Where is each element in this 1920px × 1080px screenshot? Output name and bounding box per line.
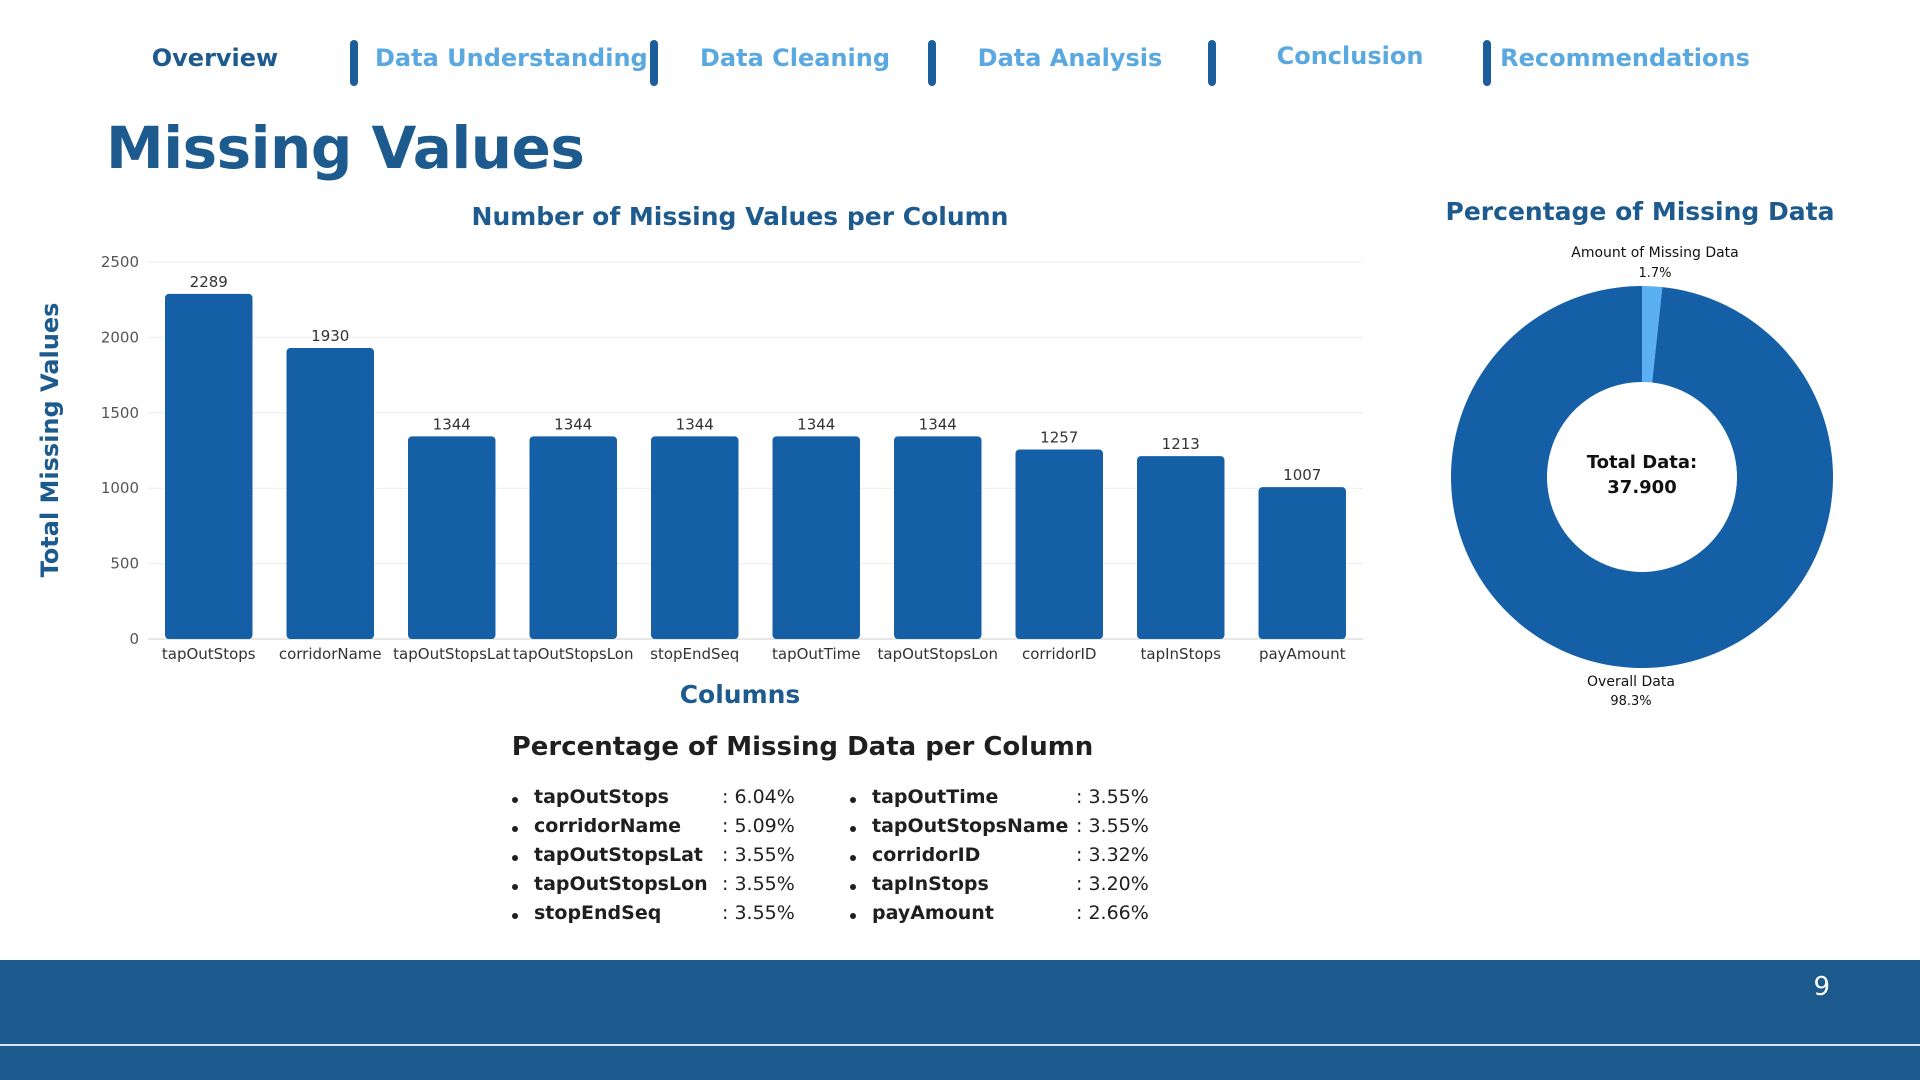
bullet-icon	[850, 797, 856, 803]
stats-item-name: tapInStops	[872, 873, 989, 895]
stats-item: tapOutTime : 3.55%	[850, 786, 1180, 815]
footer-bar: 9	[0, 960, 1920, 1080]
stats-item-value: : 3.55%	[722, 873, 795, 895]
bullet-icon	[512, 913, 518, 919]
stats-item-value: : 3.55%	[722, 844, 795, 866]
stats-title: Percentage of Missing Data per Column	[511, 732, 1094, 762]
stats-item: tapInStops : 3.20%	[850, 873, 1180, 902]
bullet-icon	[850, 826, 856, 832]
stats-item-value: : 5.09%	[722, 815, 795, 837]
stats-item: tapOutStopsName : 3.55%	[850, 815, 1180, 844]
bullet-icon	[850, 855, 856, 861]
stats-item-name: tapOutTime	[872, 786, 999, 808]
bullet-icon	[850, 913, 856, 919]
stats-item-name: corridorName	[534, 815, 681, 837]
stats-item-value: : 3.55%	[722, 902, 795, 924]
stats-item-name: corridorID	[872, 844, 981, 866]
stats-item-value: : 6.04%	[722, 786, 795, 808]
stats-column-1: tapOutStops : 6.04% corridorName : 5.09% t…	[512, 786, 812, 931]
bullet-icon	[512, 797, 518, 803]
stats-item: corridorID : 3.32%	[850, 844, 1180, 873]
bullet-icon	[512, 826, 518, 832]
stats-item-value: : 2.66%	[1076, 902, 1149, 924]
stats-item: payAmount : 2.66%	[850, 902, 1180, 931]
donut-slice-label: Overall Data	[1587, 674, 1675, 690]
stats-item-name: tapOutStopsName	[872, 815, 1069, 837]
stats-item-name: tapOutStopsLat	[534, 844, 704, 866]
donut-slice-value: 98.3%	[1610, 694, 1651, 709]
stats-item: stopEndSeq : 3.55%	[512, 902, 812, 931]
footer-divider	[0, 1044, 1920, 1046]
donut-center-value: 37.900	[1607, 477, 1676, 498]
page-number: 9	[1813, 972, 1830, 1002]
stats-item-value: : 3.32%	[1076, 844, 1149, 866]
stats-item-value: : 3.55%	[1076, 786, 1149, 808]
stats-item-name: payAmount	[872, 902, 994, 924]
bullet-icon	[512, 884, 518, 890]
stats-item-name: tapOutStops	[534, 786, 669, 808]
stats-item: tapOutStopsLon : 3.55%	[512, 873, 812, 902]
donut-slice-value: 1.7%	[1638, 266, 1671, 281]
stats-item-value: : 3.20%	[1076, 873, 1149, 895]
donut-slice-label: Amount of Missing Data	[1571, 245, 1739, 261]
stats-item: corridorName : 5.09%	[512, 815, 812, 844]
donut-center-label: Total Data:	[1587, 452, 1697, 473]
bullet-icon	[512, 855, 518, 861]
stats-item-name: tapOutStopsLon	[534, 873, 708, 895]
donut-chart: Amount of Missing Data 1.7% Overall Data 98…	[1450, 245, 1833, 709]
stats-item-name: stopEndSeq	[534, 902, 662, 924]
stats-item: tapOutStopsLat : 3.55%	[512, 844, 812, 873]
bullet-icon	[850, 884, 856, 890]
stats-column-2: tapOutTime : 3.55% tapOutStopsName : 3.55%…	[850, 786, 1180, 931]
stats-item: tapOutStops : 6.04%	[512, 786, 812, 815]
stats-item-value: : 3.55%	[1076, 815, 1149, 837]
